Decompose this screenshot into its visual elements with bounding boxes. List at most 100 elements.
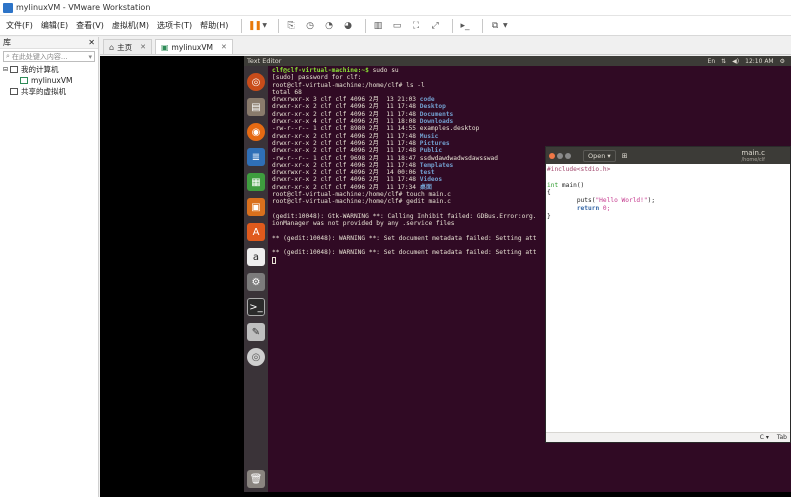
- tree-item-mylinuxvm[interactable]: mylinuxVM: [0, 75, 98, 86]
- code-signature: main(): [558, 181, 585, 189]
- terminal-line: drwxr-xr-x 2 clf clf 4096 2月 11 17:48 Vi…: [272, 176, 568, 183]
- window-minimize-button[interactable]: [557, 152, 563, 159]
- vm-icon: ▣: [160, 42, 169, 52]
- snapshot-icon[interactable]: ◷: [303, 19, 317, 33]
- full-screen-icon[interactable]: ⤢: [428, 19, 442, 33]
- tab-label: 主页: [117, 42, 133, 52]
- network-icon[interactable]: ⇅: [721, 58, 726, 65]
- terminal-line: drwxr-xr-x 2 clf clf 4096 2月 11 17:48 De…: [272, 103, 568, 110]
- terminal-directory: Desktop: [419, 103, 446, 111]
- thumbnail-bar-icon[interactable]: ▭: [390, 19, 404, 33]
- terminal-directory: Videos: [419, 176, 443, 184]
- terminal-output[interactable]: clf@clf-virtual-machine:~$ sudo su [sudo]…: [270, 66, 570, 492]
- send-ctrl-alt-del-icon[interactable]: ⎘: [284, 19, 298, 33]
- terminal-line: -rw-r--r-- 1 clf clf 9698 2月 11 18:47 ss…: [272, 155, 568, 162]
- console-view-icon[interactable]: ▸_: [458, 19, 472, 33]
- dash-icon[interactable]: ◎: [247, 73, 265, 91]
- terminal-line: total 68: [272, 89, 568, 96]
- ubuntu-desktop[interactable]: Text Editor En ⇅ ◀) 12:10 AM ⚙ ◎ ▤ ◉ ≣ ▦…: [244, 56, 791, 492]
- library-header: 库 ✕: [0, 37, 98, 49]
- terminal-text: drwxr-xr-x 2 clf clf 4096 2月 11 17:34: [272, 183, 420, 191]
- menu-vm[interactable]: 虚拟机(M): [112, 20, 149, 31]
- writer-icon[interactable]: ≣: [247, 148, 265, 166]
- terminal-directory: Downloads: [419, 118, 454, 126]
- gedit-status-bar: C ▾ Tab: [546, 432, 790, 442]
- tab-mylinuxvm[interactable]: ▣ mylinuxVM ✕: [154, 39, 233, 54]
- terminal-line: drwxr-xr-x 2 clf clf 4096 2月 11 17:48 Do…: [272, 111, 568, 118]
- open-button[interactable]: Open ▾: [583, 149, 616, 162]
- new-document-icon[interactable]: ⊞: [622, 152, 628, 160]
- tree-item-my-computer[interactable]: ⊟ 我的计算机: [0, 64, 98, 75]
- text-editor-icon[interactable]: ✎: [247, 323, 265, 341]
- files-icon[interactable]: ▤: [247, 98, 265, 116]
- language-selector[interactable]: C ▾: [760, 434, 769, 441]
- terminal-line: [272, 256, 568, 265]
- terminal-line: ** (gedit:10048): WARNING **: Set docume…: [272, 249, 568, 256]
- terminal-text: drwxr-xr-x 2 clf clf 4096 2月 11 17:48: [272, 110, 420, 118]
- search-icon: ⌕: [6, 52, 10, 60]
- toolbar-divider: [241, 18, 243, 33]
- clock[interactable]: 12:10 AM: [745, 58, 773, 65]
- close-icon[interactable]: ✕: [221, 43, 227, 51]
- impress-icon[interactable]: ▣: [247, 198, 265, 216]
- tree-item-label: mylinuxVM: [31, 76, 73, 85]
- close-icon[interactable]: ✕: [140, 43, 146, 51]
- code-return: return: [576, 204, 600, 212]
- terminal-directory: Music: [419, 132, 439, 140]
- snapshot-manager-icon[interactable]: ◕: [341, 19, 355, 33]
- gedit-editor[interactable]: #include<stdio.h> int main() { puts("Hel…: [546, 164, 790, 434]
- tree-item-label: 共享的虚拟机: [21, 87, 66, 96]
- window-maximize-button[interactable]: [565, 152, 571, 159]
- terminal-line: drwxr-xr-x 2 clf clf 4096 2月 11 17:48 Pu…: [272, 147, 568, 154]
- stretch-dropdown-icon[interactable]: ▼: [503, 22, 508, 29]
- terminal-text: root@clf-virtual-machine:/home/clf# ls -…: [272, 81, 425, 89]
- keyboard-layout-icon[interactable]: En: [708, 58, 716, 65]
- vm-console[interactable]: Text Editor En ⇅ ◀) 12:10 AM ⚙ ◎ ▤ ◉ ≣ ▦…: [100, 56, 791, 497]
- stretch-guest-icon[interactable]: ⧉: [488, 19, 502, 33]
- menu-edit[interactable]: 编辑(E): [41, 20, 68, 31]
- gedit-window: Open ▾ ⊞ main.c /home/clf #include<stdio…: [545, 146, 791, 443]
- calc-icon[interactable]: ▦: [247, 173, 265, 191]
- show-library-icon[interactable]: ▥: [371, 19, 385, 33]
- pause-icon[interactable]: ❚❚: [247, 19, 262, 33]
- power-dropdown-icon[interactable]: ▼: [262, 22, 267, 29]
- library-search-input[interactable]: ⌕ 在此处键入内容... ▾: [3, 51, 95, 62]
- terminal-text: drwxr-xr-x 4 clf clf 4096 2月 11 18:08: [272, 118, 420, 126]
- terminal-line: ionManager was not provided by any .serv…: [272, 220, 568, 227]
- chevron-down-icon[interactable]: ▾: [88, 53, 92, 61]
- terminal-line: root@clf-virtual-machine:/home/clf# ls -…: [272, 82, 568, 89]
- menu-view[interactable]: 查看(V): [76, 20, 104, 31]
- terminal-line: drwxrwxr-x 3 clf clf 4096 2月 13 21:03 co…: [272, 96, 568, 103]
- tab-home[interactable]: ⌂ 主页 ✕: [103, 39, 152, 54]
- menu-file[interactable]: 文件(F): [6, 20, 33, 31]
- vmware-logo-icon: [3, 2, 13, 13]
- volume-icon[interactable]: ◀): [732, 58, 739, 65]
- gedit-header-bar: Open ▾ ⊞ main.c /home/clf: [546, 147, 790, 164]
- tree-item-shared-vms[interactable]: 共享的虚拟机: [0, 86, 98, 97]
- menu-tabs[interactable]: 选项卡(T): [157, 20, 192, 31]
- fit-guest-icon[interactable]: ⛶: [409, 19, 423, 33]
- software-center-icon[interactable]: A: [247, 223, 265, 241]
- terminal-line: root@clf-virtual-machine:/home/clf# touc…: [272, 191, 568, 198]
- collapse-icon[interactable]: ⊟: [3, 66, 8, 73]
- menu-help[interactable]: 帮助(H): [200, 20, 228, 31]
- gear-icon[interactable]: ⚙: [780, 58, 785, 65]
- terminal-text: root@clf-virtual-machine:/home/clf# gedi…: [272, 198, 451, 206]
- trash-icon[interactable]: 🗑: [247, 470, 265, 488]
- window-close-button[interactable]: [549, 152, 555, 159]
- terminal-icon[interactable]: >_: [247, 298, 265, 316]
- terminal-directory: 桌面: [419, 183, 433, 191]
- terminal-line: drwxr-xr-x 4 clf clf 4096 2月 11 18:08 Do…: [272, 118, 568, 125]
- tab-width-selector[interactable]: Tab: [777, 434, 787, 441]
- amazon-icon[interactable]: a: [247, 248, 265, 266]
- toolbar-divider: [278, 18, 280, 33]
- dvd-icon[interactable]: ◎: [247, 348, 265, 366]
- code-type: int: [547, 181, 559, 189]
- revert-snapshot-icon[interactable]: ◔: [322, 19, 336, 33]
- terminal-cursor: [272, 256, 276, 264]
- close-icon[interactable]: ✕: [88, 38, 95, 47]
- firefox-icon[interactable]: ◉: [247, 123, 265, 141]
- active-app-title: Text Editor: [247, 57, 282, 65]
- terminal-text: drwxr-xr-x 2 clf clf 4096 2月 11 17:48: [272, 161, 420, 169]
- system-settings-icon[interactable]: ⚙: [247, 273, 265, 291]
